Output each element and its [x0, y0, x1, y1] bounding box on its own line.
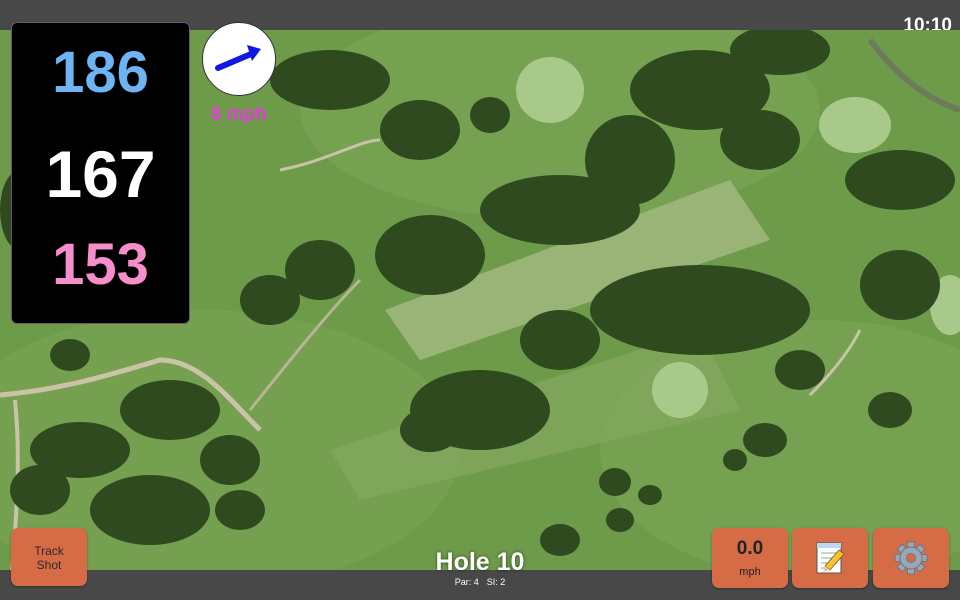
distance-back: 186	[52, 40, 149, 105]
distance-middle: 167	[45, 137, 156, 211]
hole-title: Hole 10	[435, 548, 525, 576]
wind-speed-label: 8 mph	[211, 104, 267, 125]
hole-stroke-index: SI: 2	[486, 577, 506, 587]
shot-speed-value: 0.0	[736, 538, 764, 559]
distance-panel: 186 167 153	[11, 22, 190, 324]
gear-icon	[894, 541, 928, 575]
shot-speed-button[interactable]: 0.0 mph	[712, 528, 788, 588]
wind-direction-indicator	[202, 22, 276, 96]
notes-button[interactable]	[792, 528, 868, 588]
notepad-pencil-icon	[816, 542, 845, 574]
track-shot-label: Track Shot	[34, 544, 64, 572]
shot-speed-unit: mph	[739, 566, 761, 578]
track-shot-button[interactable]: Track Shot	[11, 528, 87, 586]
arrow-right-up-icon	[215, 45, 261, 71]
settings-button[interactable]	[873, 528, 949, 588]
distance-front: 153	[52, 232, 149, 297]
hole-info: Par: 4 SI: 2	[400, 577, 560, 587]
hole-par: Par: 4	[454, 577, 479, 587]
